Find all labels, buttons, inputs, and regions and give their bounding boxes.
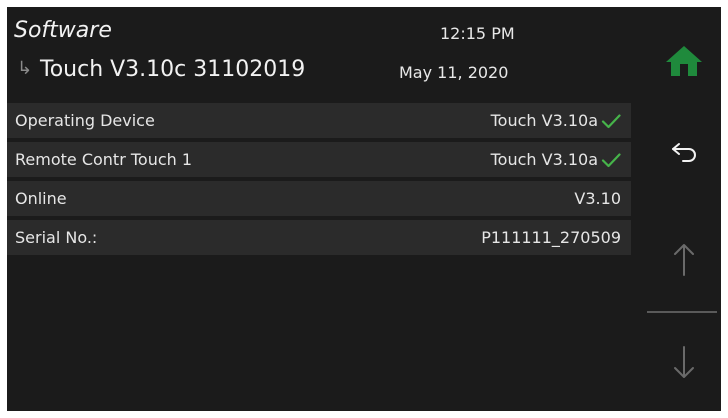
row-value-group: Touch V3.10a (491, 111, 621, 130)
row-value: V3.10 (574, 189, 621, 208)
home-button[interactable] (647, 31, 721, 91)
clock-date: May 11, 2020 (399, 63, 509, 82)
scroll-up-button[interactable] (647, 229, 721, 289)
row-value-group: V3.10 (574, 189, 621, 208)
page-subtitle: Touch V3.10c 31102019 (40, 57, 306, 82)
sidebar-divider (647, 311, 717, 313)
back-button[interactable] (647, 125, 721, 179)
row-label: Remote Contr Touch 1 (15, 150, 193, 169)
header: Software ↳ Touch V3.10c 31102019 12:15 P… (7, 7, 647, 99)
row-value: Touch V3.10a (490, 111, 598, 130)
list-row-remote-control: Remote Contr Touch 1 Touch V3.10a (7, 142, 631, 177)
row-value: Touch V3.10a (490, 150, 598, 169)
list-row-online: Online V3.10 (7, 181, 631, 216)
up-arrow-icon (674, 244, 694, 276)
subdirectory-arrow-icon: ↳ (17, 58, 33, 79)
navigation-sidebar (647, 7, 721, 411)
row-label: Serial No.: (15, 228, 98, 247)
scroll-down-button[interactable] (647, 333, 721, 393)
row-value-group: P111111_270509 (481, 228, 621, 247)
screen: Software ↳ Touch V3.10c 31102019 12:15 P… (7, 7, 721, 411)
row-label: Operating Device (15, 111, 155, 130)
check-icon (601, 113, 621, 128)
check-icon (601, 152, 621, 167)
back-arrow-icon (672, 143, 696, 162)
clock-time: 12:15 PM (440, 24, 515, 43)
page-title: Software (14, 18, 112, 43)
row-value-group: Touch V3.10a (491, 150, 621, 169)
row-label: Online (15, 189, 67, 208)
list-row-operating-device: Operating Device Touch V3.10a (7, 103, 631, 138)
list-row-serial-number: Serial No.: P111111_270509 (7, 220, 631, 255)
down-arrow-icon (674, 346, 694, 378)
home-icon (666, 46, 702, 76)
row-value: P111111_270509 (481, 228, 621, 247)
software-info-list: Operating Device Touch V3.10a Remote Con… (7, 103, 631, 259)
